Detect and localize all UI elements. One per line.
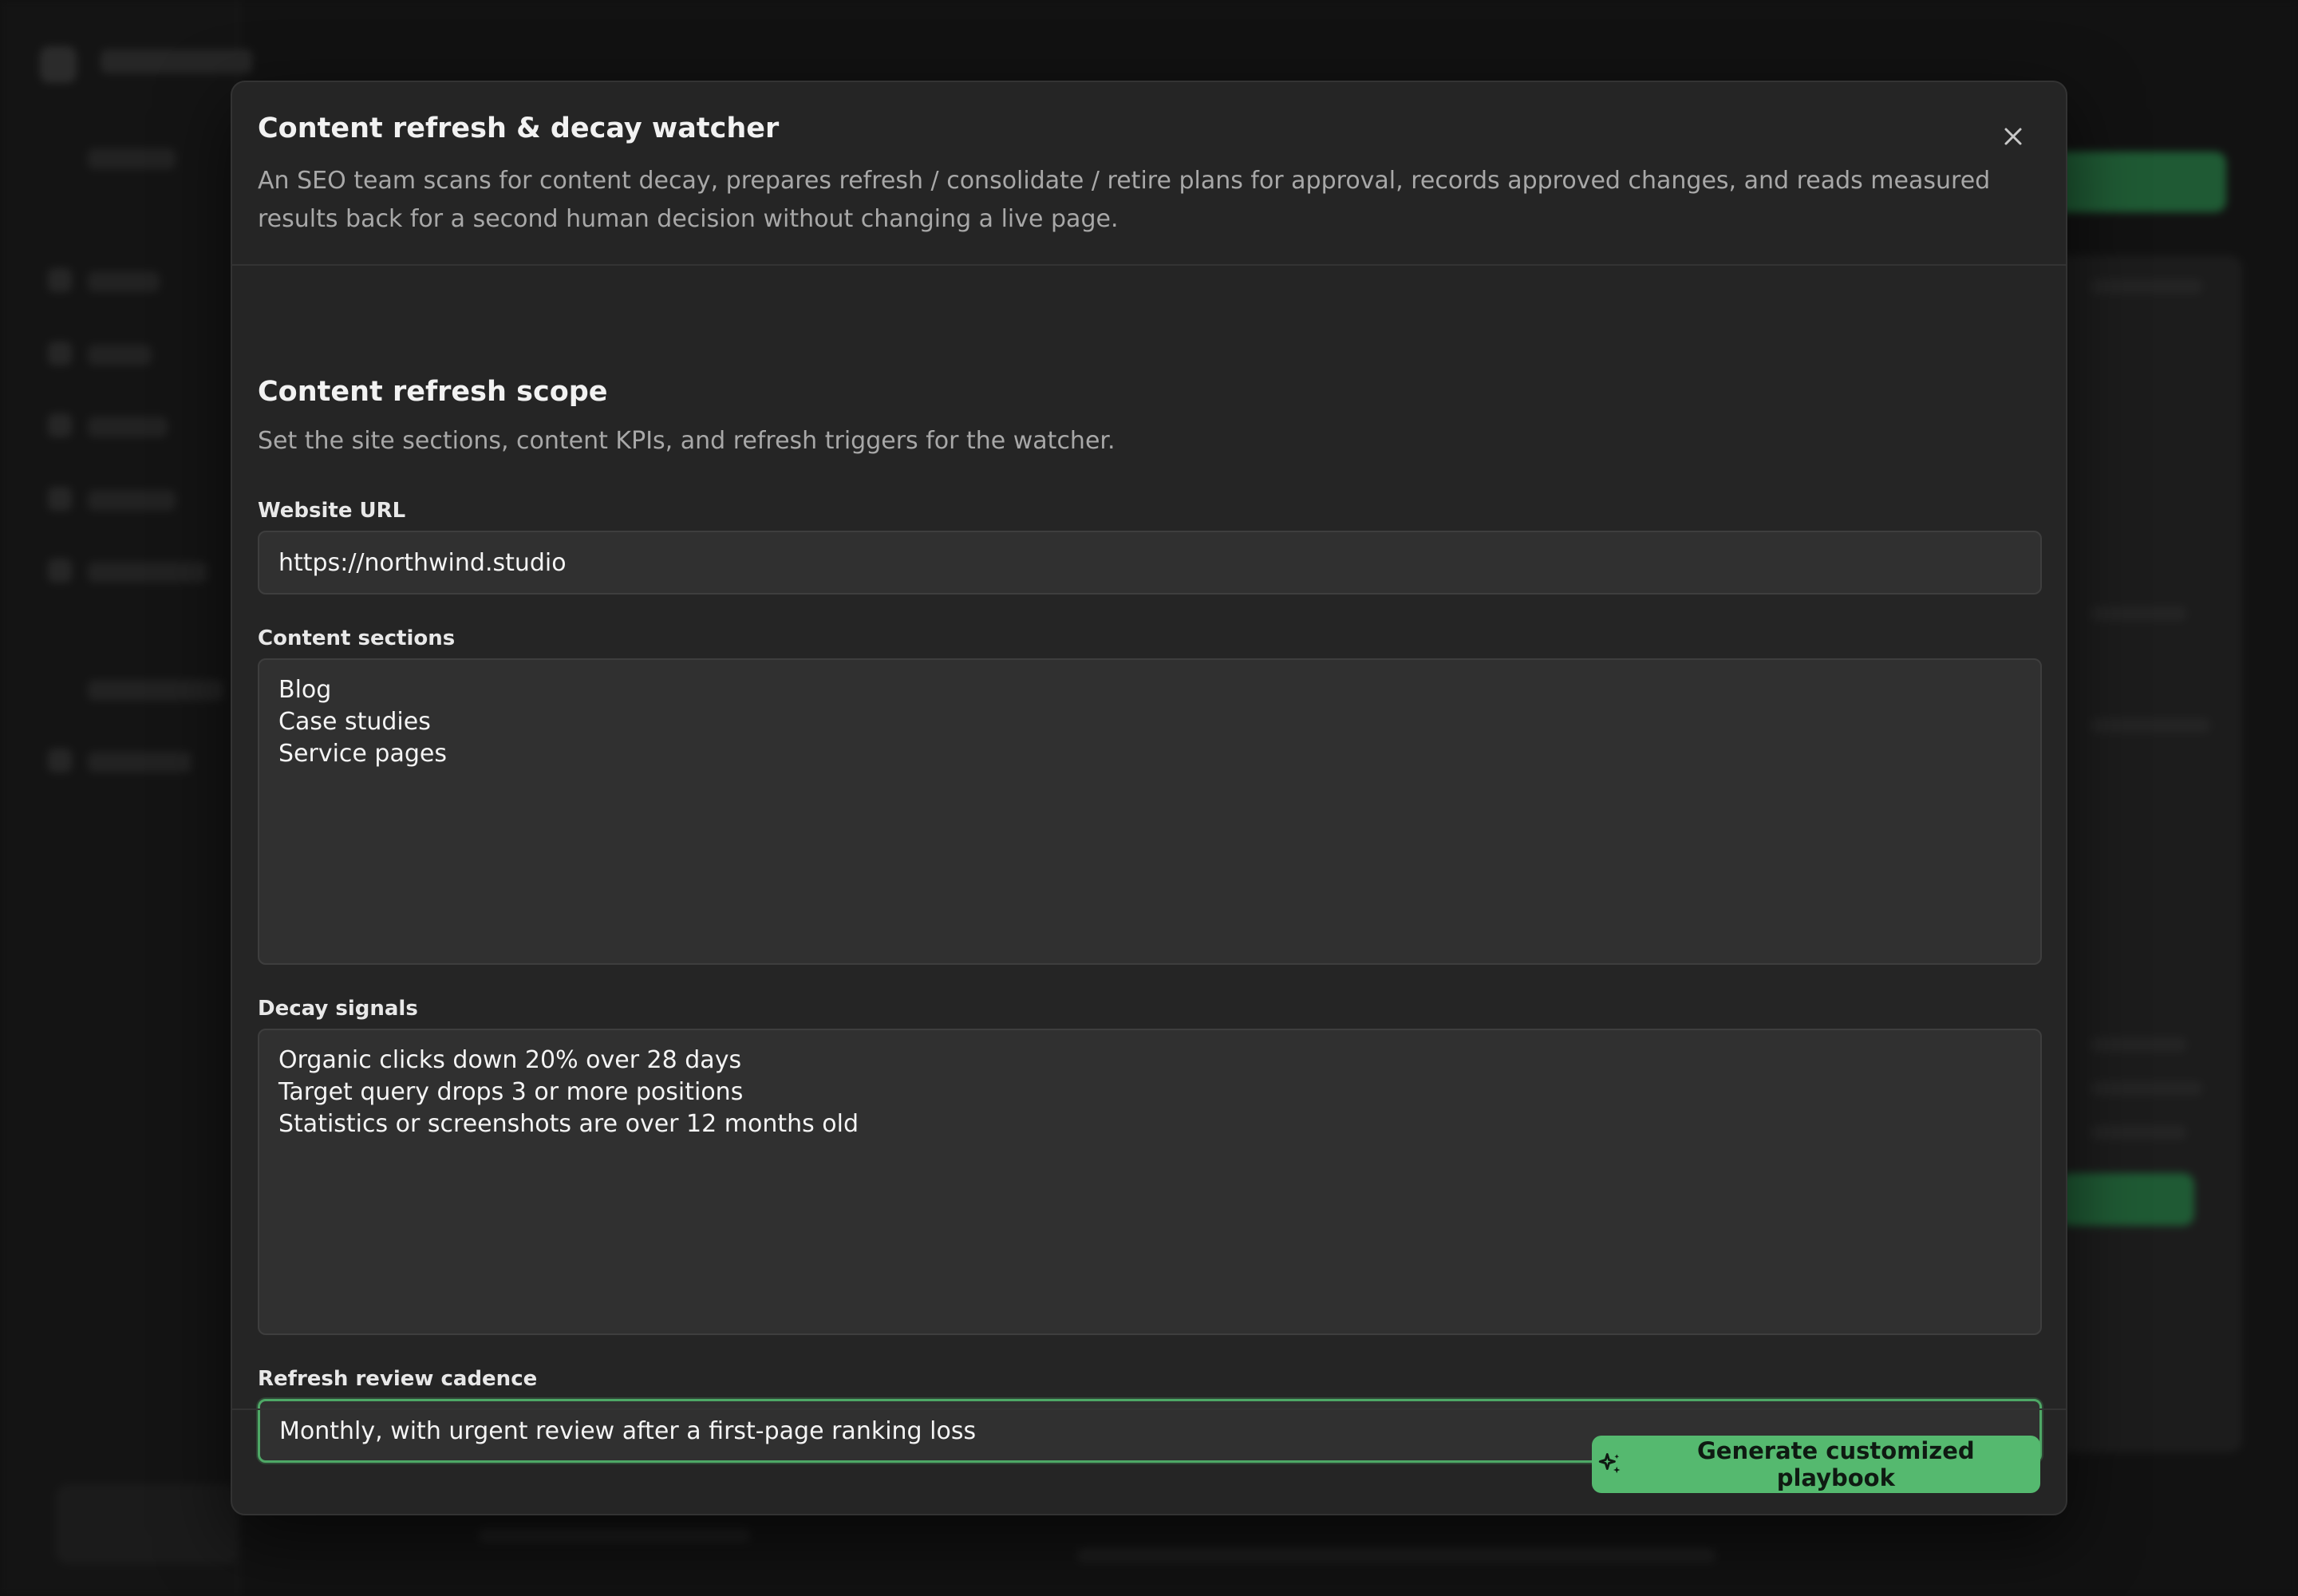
background-footer-text bbox=[1077, 1548, 1716, 1562]
close-icon bbox=[2004, 128, 2022, 145]
decay-signals-textarea[interactable]: Organic clicks down 20% over 28 days Tar… bbox=[258, 1029, 2042, 1335]
background-nav-item bbox=[88, 417, 168, 437]
background-text-line bbox=[2091, 279, 2202, 294]
background-nav-item bbox=[88, 562, 207, 583]
modal-description: An SEO team scans for content decay, pre… bbox=[258, 167, 1991, 233]
background-logo-text bbox=[101, 49, 252, 73]
section-title: Content refresh scope bbox=[258, 376, 608, 408]
section-description: Set the site sections, content KPIs, and… bbox=[258, 427, 1115, 455]
website-url-input[interactable] bbox=[258, 531, 2042, 595]
background-nav-icon bbox=[48, 268, 72, 292]
background-primary-button bbox=[2043, 152, 2226, 212]
background-nav-item bbox=[88, 345, 152, 365]
background-nav-icon bbox=[48, 413, 72, 437]
generate-playbook-button[interactable]: Generate customized playbook bbox=[1592, 1436, 2040, 1493]
website-url-label: Website URL bbox=[258, 499, 406, 523]
background-nav-item bbox=[88, 148, 176, 169]
modal-title: Content refresh & decay watcher bbox=[258, 113, 780, 144]
background-user-card bbox=[56, 1484, 239, 1564]
content-sections-label: Content sections bbox=[258, 626, 456, 650]
background-text-line bbox=[2091, 1037, 2186, 1052]
close-button[interactable] bbox=[1994, 117, 2032, 156]
modal-body: Content refresh scope Set the site secti… bbox=[232, 267, 2066, 1488]
background-nav-item bbox=[88, 752, 192, 772]
background-nav-item bbox=[88, 271, 160, 292]
background-nav-icon bbox=[48, 487, 72, 511]
background-nav-icon bbox=[48, 342, 72, 365]
background-footer-text bbox=[479, 1528, 750, 1543]
background-right-panel bbox=[2043, 255, 2242, 1452]
modal-footer: Generate customized playbook bbox=[232, 1408, 2066, 1514]
background-nav-item bbox=[88, 680, 223, 701]
decay-signals-label: Decay signals bbox=[258, 997, 418, 1021]
background-secondary-button bbox=[2059, 1173, 2194, 1226]
review-cadence-label: Refresh review cadence bbox=[258, 1367, 538, 1391]
background-logo bbox=[40, 46, 77, 83]
background-nav-icon bbox=[48, 559, 72, 583]
background-text-line bbox=[2091, 606, 2186, 621]
background-nav-icon bbox=[48, 749, 72, 772]
background-sidebar bbox=[0, 0, 252, 1596]
generate-playbook-label: Generate customized playbook bbox=[1696, 1437, 1975, 1491]
background-nav-item bbox=[88, 490, 176, 511]
sparkles-icon bbox=[1598, 1452, 1621, 1474]
content-sections-textarea[interactable]: Blog Case studies Service pages bbox=[258, 658, 2042, 965]
background-text-line bbox=[2091, 1081, 2202, 1096]
background-text-line bbox=[2091, 1125, 2186, 1140]
modal-header: Content refresh & decay watcher An SEO t… bbox=[232, 82, 2066, 266]
background-text-line bbox=[2091, 718, 2210, 733]
content-refresh-modal: Content refresh & decay watcher An SEO t… bbox=[231, 81, 2067, 1515]
